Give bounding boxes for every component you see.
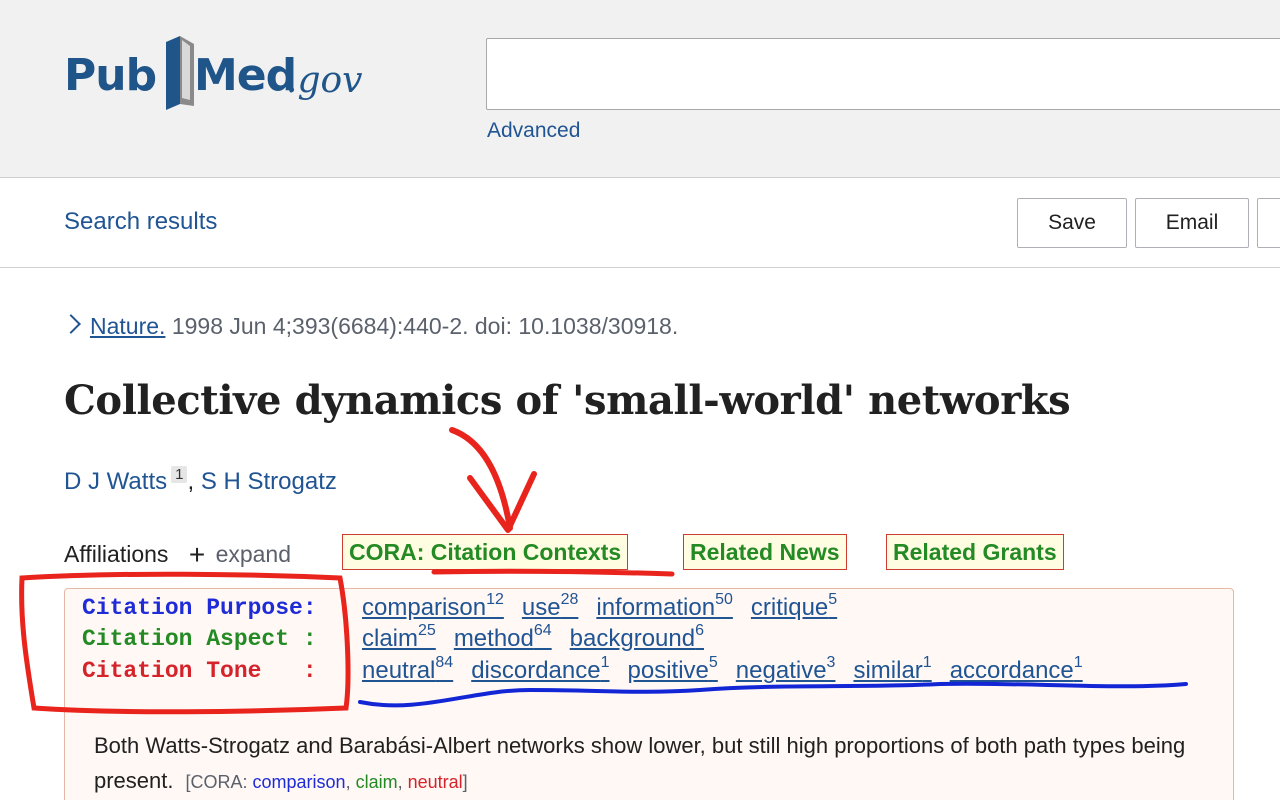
pubmed-logo[interactable]: Pub Med .gov: [64, 34, 364, 118]
advanced-search-link[interactable]: Advanced: [487, 119, 580, 143]
author-separator: ,: [187, 468, 195, 495]
affiliations-row: Affiliations + expand: [64, 537, 291, 571]
tone-tag-discordance[interactable]: discordance1: [471, 654, 609, 684]
citation-purpose-label: Citation Purpose:: [82, 595, 317, 621]
red-underline: [431, 568, 675, 577]
tone-tag-similar[interactable]: similar1: [853, 654, 931, 684]
affiliations-label: Affiliations: [64, 541, 169, 567]
tone-tag-accordance[interactable]: accordance1: [950, 654, 1083, 684]
search-results-link[interactable]: Search results: [64, 208, 217, 236]
purpose-tag-use[interactable]: use28: [522, 591, 579, 621]
red-arrow-shaft: [449, 427, 513, 531]
chevron-right-icon[interactable]: [61, 314, 81, 334]
logo-gov-text: .gov: [286, 60, 363, 101]
journal-citation: Nature. 1998 Jun 4;393(6684):440-2. doi:…: [61, 313, 679, 340]
article-toolbar: Search results Save Email: [0, 178, 1280, 268]
related-grants-button[interactable]: Related Grants: [886, 534, 1064, 570]
logo-pub-text: Pub: [64, 50, 157, 101]
aspect-tag-method[interactable]: method64: [454, 622, 552, 652]
citation-context-sentence: Both Watts-Strogatz and Barabási-Albert …: [94, 728, 1194, 800]
aspect-tag-background[interactable]: background6: [570, 622, 704, 652]
search-input[interactable]: [486, 38, 1280, 110]
journal-link[interactable]: Nature.: [90, 313, 165, 339]
red-arrow-head: [467, 471, 537, 533]
citation-aspect-tags: claim25 method64 background6: [362, 622, 722, 653]
plus-icon[interactable]: +: [189, 539, 205, 571]
citation-details: 1998 Jun 4;393(6684):440-2. doi: 10.1038…: [171, 313, 679, 339]
citation-tone-label: Citation Tone :: [82, 658, 317, 684]
tone-tag-negative[interactable]: negative3: [736, 654, 836, 684]
more-actions-button[interactable]: [1257, 198, 1280, 248]
purpose-tag-information[interactable]: information50: [596, 591, 733, 621]
affiliation-marker[interactable]: 1: [171, 466, 188, 483]
purpose-tag-critique[interactable]: critique5: [751, 591, 837, 621]
tone-tag-neutral[interactable]: neutral84: [362, 654, 453, 684]
logo-med-text: Med: [194, 50, 297, 101]
article-title: Collective dynamics of 'small-world' net…: [64, 377, 1071, 424]
expand-affiliations-toggle[interactable]: expand: [216, 541, 291, 567]
masthead: Pub Med .gov Advanced: [0, 0, 1280, 178]
aspect-tag-claim[interactable]: claim25: [362, 622, 436, 652]
save-button[interactable]: Save: [1017, 198, 1127, 248]
citation-tone-tags: neutral84 discordance1 positive5 negative3 s…: [362, 654, 1101, 685]
citation-purpose-tags: comparison12 use28 information50 critique5: [362, 591, 855, 622]
related-news-button[interactable]: Related News: [683, 534, 847, 570]
author-link[interactable]: S H Strogatz: [201, 468, 337, 495]
author-link[interactable]: D J Watts: [64, 468, 167, 495]
cora-classification-note: [CORA: comparison, claim, neutral]: [185, 772, 468, 792]
email-button[interactable]: Email: [1135, 198, 1249, 248]
purpose-tag-comparison[interactable]: comparison12: [362, 591, 504, 621]
citation-aspect-label: Citation Aspect :: [82, 626, 317, 652]
cora-citation-contexts-button[interactable]: CORA: Citation Contexts: [342, 534, 629, 570]
author-list: D J Watts 1, S H Strogatz: [64, 466, 337, 496]
tone-tag-positive[interactable]: positive5: [628, 654, 718, 684]
